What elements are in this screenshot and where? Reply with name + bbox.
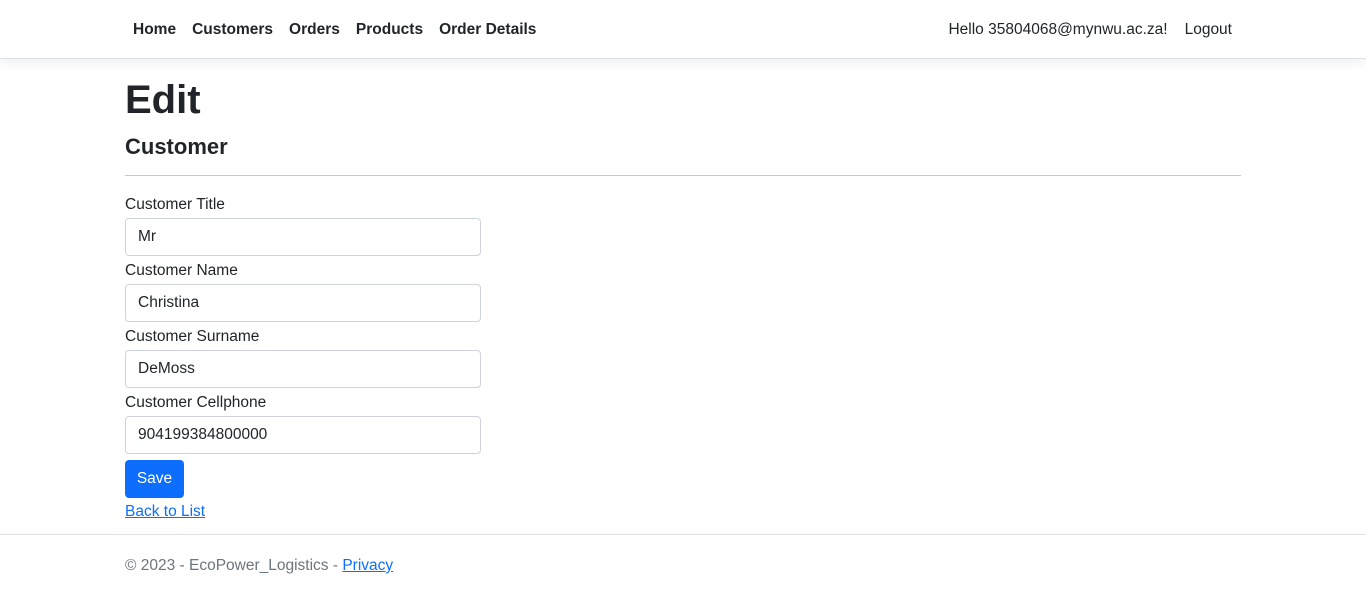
customer-cellphone-label: Customer Cellphone bbox=[125, 394, 267, 411]
customer-title-label: Customer Title bbox=[125, 196, 225, 213]
field-customer-title: Customer Title bbox=[125, 196, 481, 256]
footer-text: © 2023 - EcoPower_Logistics - Privacy bbox=[125, 557, 393, 575]
privacy-link[interactable]: Privacy bbox=[342, 557, 393, 574]
field-customer-name: Customer Name bbox=[125, 262, 481, 322]
nav-link-order-details[interactable]: Order Details bbox=[439, 21, 536, 39]
logout-button[interactable]: Logout bbox=[1185, 21, 1232, 39]
nav-link-customers[interactable]: Customers bbox=[192, 21, 273, 39]
field-customer-surname: Customer Surname bbox=[125, 328, 481, 388]
customer-cellphone-input[interactable] bbox=[125, 416, 481, 454]
page-footer: © 2023 - EcoPower_Logistics - Privacy bbox=[0, 534, 1366, 595]
nav-link-home[interactable]: Home bbox=[133, 21, 176, 39]
account-area: Hello 35804068@mynwu.ac.za! Logout bbox=[948, 0, 1232, 59]
copyright-text: © 2023 - EcoPower_Logistics - bbox=[125, 557, 343, 574]
customer-name-input[interactable] bbox=[125, 284, 481, 322]
save-button[interactable]: Save bbox=[125, 460, 184, 498]
customer-title-input[interactable] bbox=[125, 218, 481, 256]
nav-link-orders[interactable]: Orders bbox=[289, 21, 340, 39]
divider bbox=[125, 175, 1241, 176]
page-title: Edit bbox=[125, 78, 201, 122]
back-to-list-link[interactable]: Back to List bbox=[125, 503, 205, 521]
main-nav: Home Customers Orders Products Order Det… bbox=[133, 0, 552, 59]
main-content: Edit Customer Customer Title Customer Na… bbox=[125, 76, 1241, 521]
top-navbar: Home Customers Orders Products Order Det… bbox=[0, 0, 1366, 59]
customer-surname-label: Customer Surname bbox=[125, 328, 260, 345]
edit-customer-form: Customer Title Customer Name Customer Su… bbox=[125, 196, 481, 498]
customer-name-label: Customer Name bbox=[125, 262, 238, 279]
nav-link-products[interactable]: Products bbox=[356, 21, 423, 39]
page-subtitle: Customer bbox=[125, 134, 228, 159]
user-greeting-link[interactable]: Hello 35804068@mynwu.ac.za! bbox=[948, 21, 1167, 39]
customer-surname-input[interactable] bbox=[125, 350, 481, 388]
field-customer-cellphone: Customer Cellphone bbox=[125, 394, 481, 454]
